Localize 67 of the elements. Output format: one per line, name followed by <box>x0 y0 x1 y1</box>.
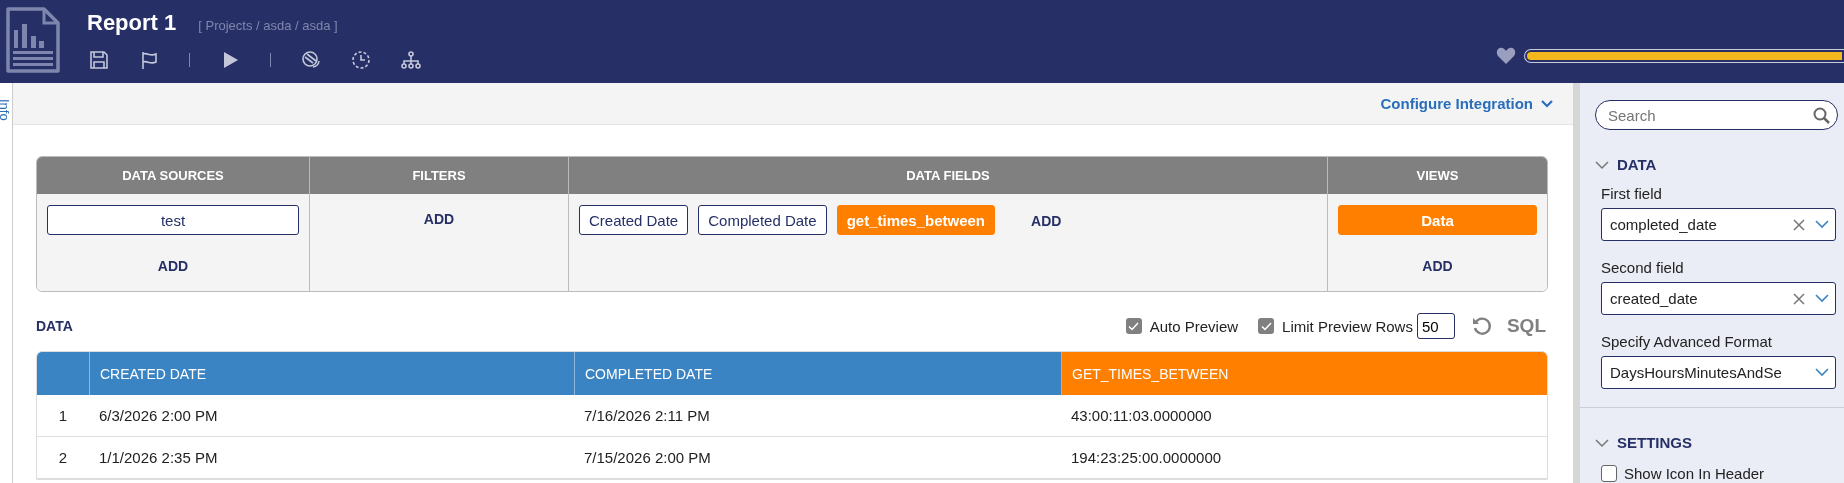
checkbox[interactable] <box>1258 318 1275 334</box>
clear-icon[interactable] <box>1793 292 1805 305</box>
report-title: Report 1 <box>87 10 177 36</box>
checkbox[interactable] <box>1601 465 1617 482</box>
chevron-down-icon <box>1541 99 1553 108</box>
field-label: Second field <box>1601 259 1685 276</box>
chevron-down-icon <box>1815 220 1829 229</box>
search-icon <box>1813 107 1830 124</box>
select-field[interactable]: DaysHoursMinutesAndSe <box>1601 356 1836 389</box>
flag-button[interactable] <box>139 50 159 70</box>
side-tab[interactable]: Info <box>0 99 12 121</box>
field-label: First field <box>1601 185 1663 202</box>
select-field[interactable]: created_date <box>1601 282 1836 315</box>
row-limit-field[interactable]: 50 <box>1416 313 1455 339</box>
chevron-down-icon <box>1815 294 1829 303</box>
refresh-icon <box>1470 315 1493 337</box>
designer-item[interactable]: Created Date <box>579 205 689 235</box>
add-button[interactable]: ADD <box>423 205 455 233</box>
designer-item[interactable]: test <box>47 205 299 235</box>
section-header[interactable]: SETTINGS <box>1595 434 1836 451</box>
search-field[interactable]: Search <box>1595 100 1838 130</box>
configure-integration-link[interactable]: Configure Integration <box>1380 95 1553 112</box>
sql-button[interactable]: SQL <box>1506 315 1546 337</box>
flag-icon <box>139 50 159 70</box>
checkbox[interactable] <box>1125 318 1142 334</box>
add-button[interactable]: ADD <box>1031 205 1062 235</box>
column-header: CREATED DATE <box>89 352 574 395</box>
refresh-button[interactable] <box>1470 315 1493 337</box>
report-icon <box>5 6 61 76</box>
hierarchy-icon <box>401 50 421 70</box>
save-icon <box>89 50 109 70</box>
table-cell: 1/1/2026 2:35 PM <box>89 437 574 479</box>
table-cell: 194:23:25:00.0000000 <box>1061 437 1547 479</box>
table-header-cell <box>37 352 89 395</box>
column-header: GET_TIMES_BETWEEN <box>1061 352 1547 395</box>
table-cell: 43:00:11:03.0000000 <box>1061 395 1547 437</box>
save-button[interactable] <box>89 50 109 70</box>
table-cell: 6/3/2026 2:00 PM <box>89 395 574 437</box>
checkbox-label: Limit Preview Rows <box>1282 317 1413 335</box>
check-icon <box>1128 321 1140 331</box>
checkbox-label: Show Icon In Header <box>1624 465 1765 482</box>
check-icon <box>1260 321 1272 331</box>
field-label: Specify Advanced Format <box>1601 333 1773 350</box>
section-header[interactable]: DATA <box>1595 156 1836 173</box>
column-header: COMPLETED DATE <box>574 352 1061 395</box>
column-header: DATA FIELDS <box>568 157 1327 194</box>
checkbox-label: Auto Preview <box>1149 317 1239 335</box>
table-cell: 7/15/2026 2:00 PM <box>574 437 1061 479</box>
row-number: 2 <box>37 437 89 479</box>
heart-icon <box>1496 47 1516 65</box>
hierarchy-button[interactable] <box>401 50 421 70</box>
table-cell: 7/16/2026 2:11 PM <box>574 395 1061 437</box>
designer-item[interactable]: Completed Date <box>698 205 827 235</box>
select-field[interactable]: completed_date <box>1601 208 1836 241</box>
section-title: DATA <box>36 318 74 334</box>
add-button[interactable]: ADD <box>1422 252 1453 280</box>
schedule-button[interactable] <box>351 50 371 70</box>
chevron-down-icon <box>1815 368 1829 377</box>
column-header: DATA SOURCES <box>37 157 309 194</box>
resize-handle[interactable] <box>1573 83 1580 483</box>
breadcrumb: [ Projects / asda / asda ] <box>198 18 338 33</box>
clear-icon[interactable] <box>1793 218 1805 231</box>
add-button[interactable]: ADD <box>157 252 189 280</box>
row-number: 1 <box>37 395 89 437</box>
column-header: VIEWS <box>1327 157 1547 194</box>
column-header: FILTERS <box>309 157 568 194</box>
schedule-icon <box>351 50 371 70</box>
